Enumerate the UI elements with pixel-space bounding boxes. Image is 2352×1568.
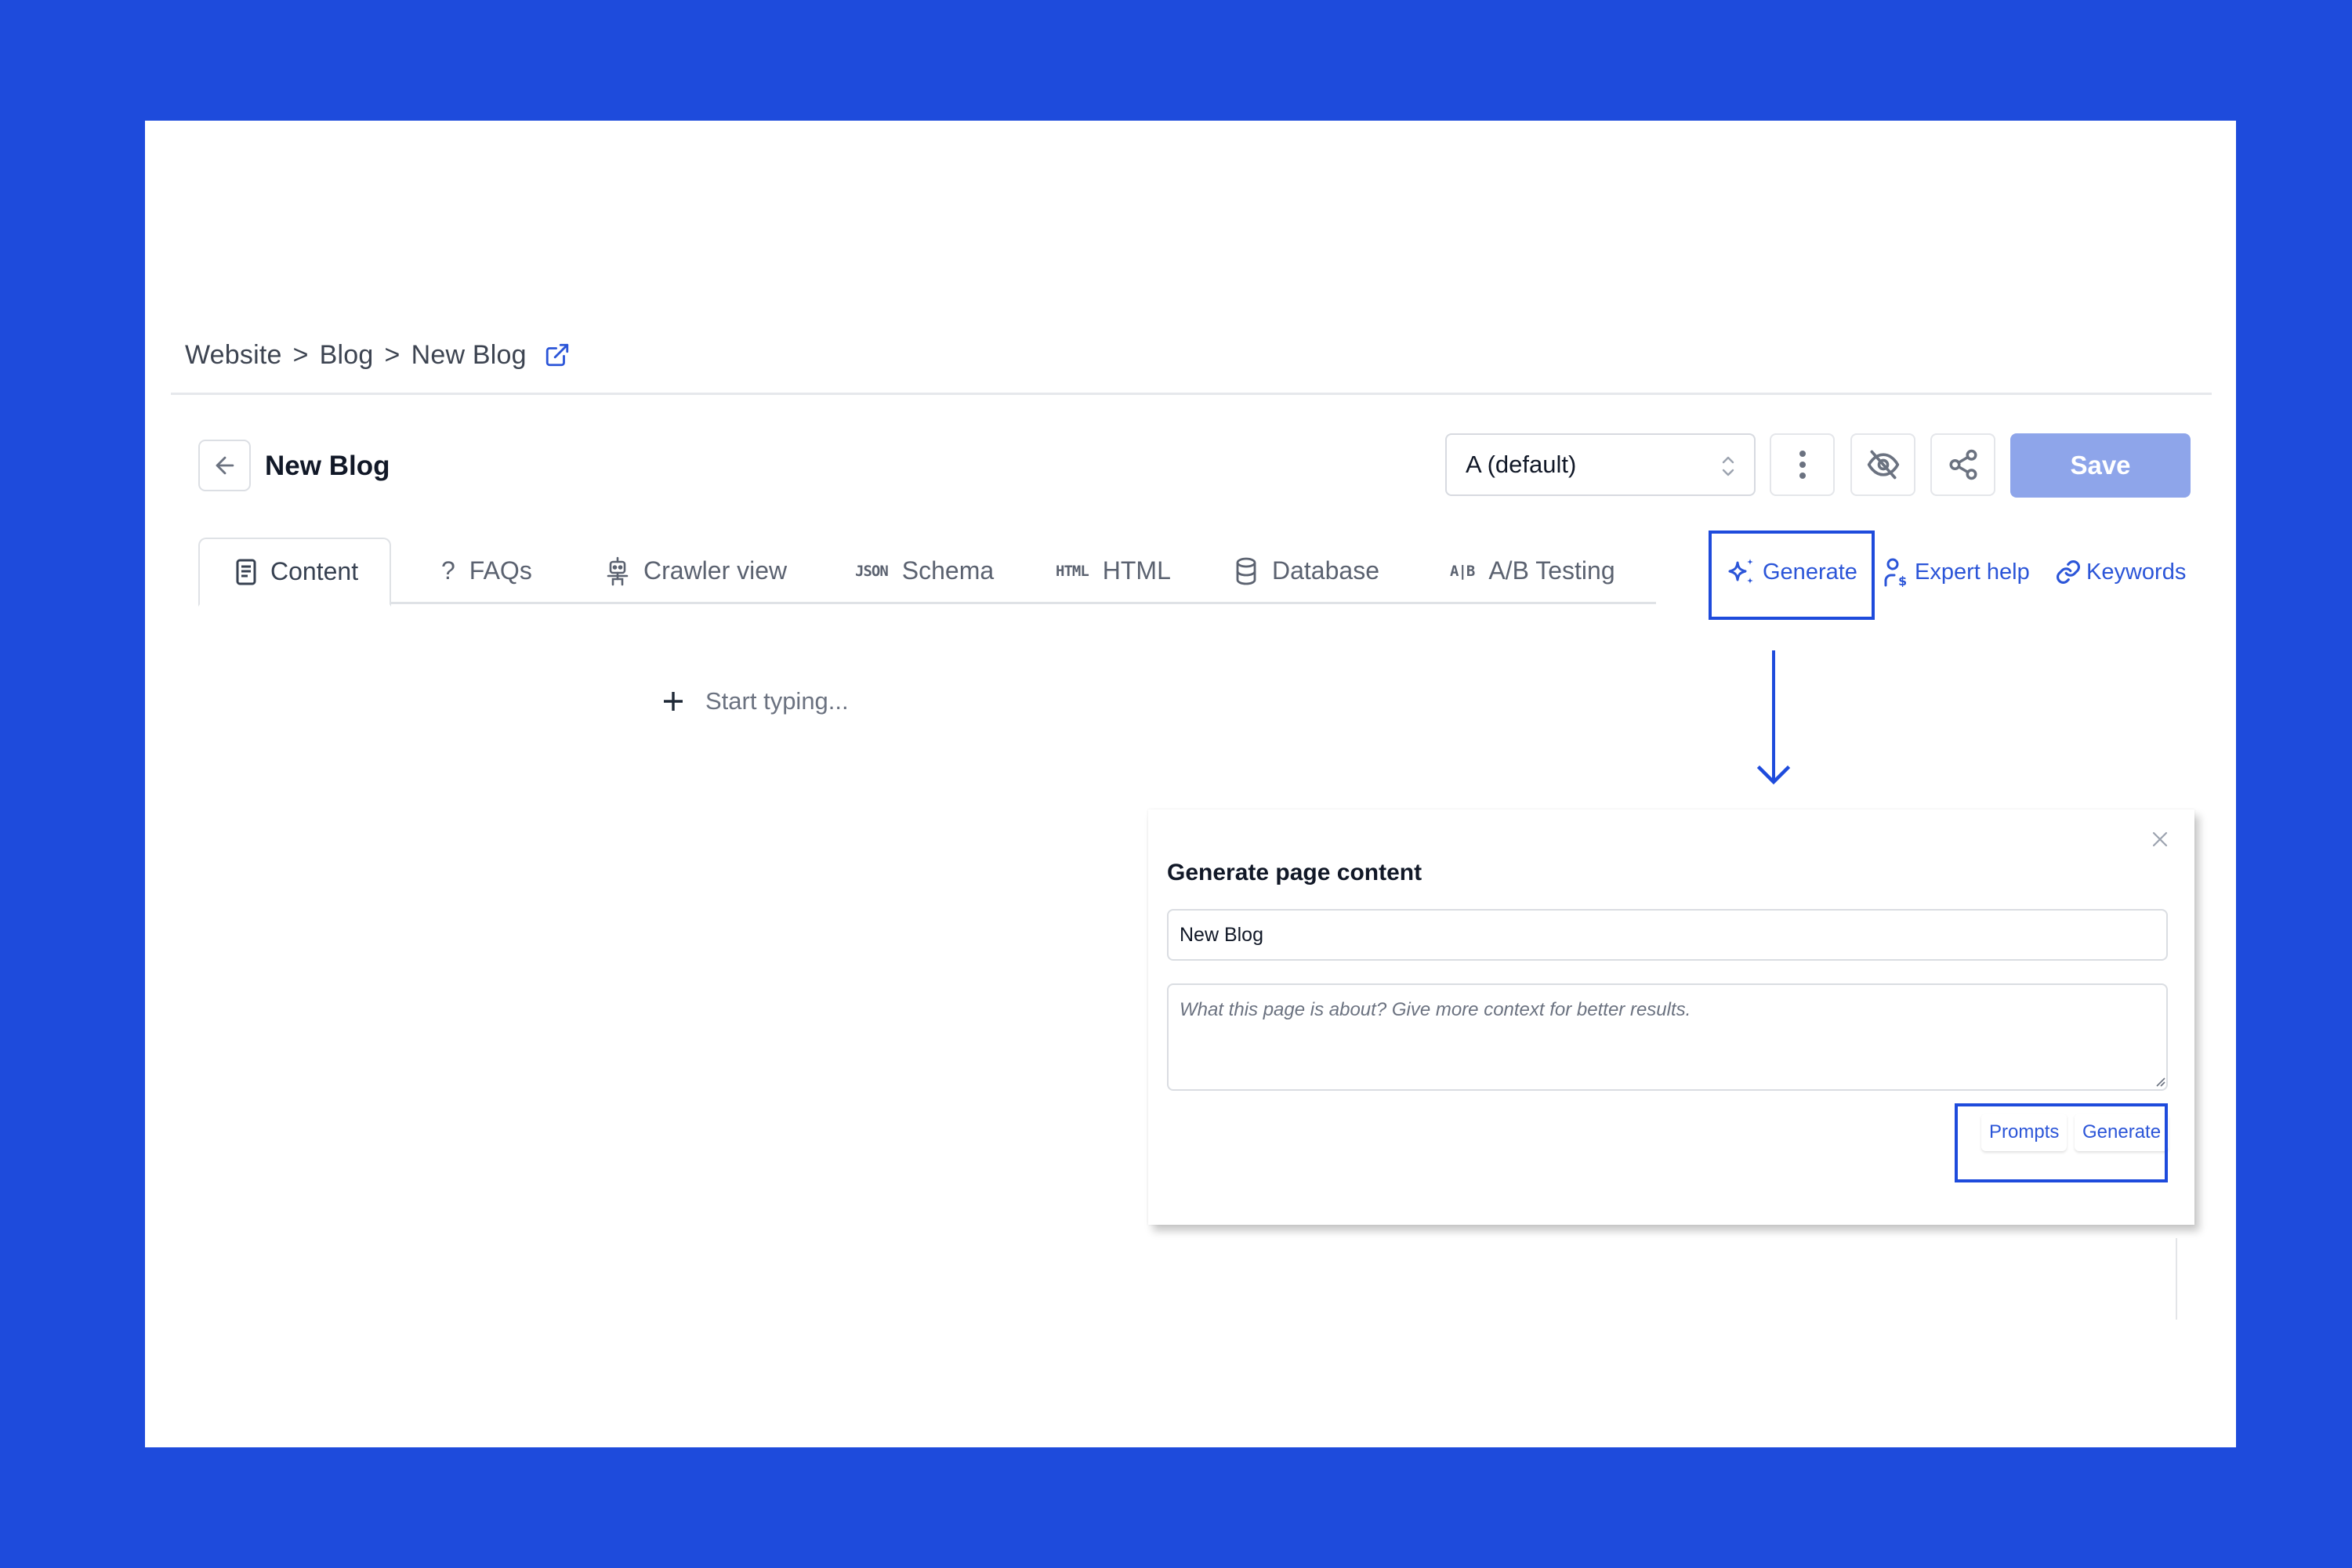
tab-database[interactable]: Database [1234,538,1379,604]
link-icon [2055,559,2082,585]
header-divider [171,393,2212,395]
context-textarea[interactable] [1167,983,2168,1091]
modal-title: Generate page content [1167,860,1422,885]
breadcrumb-separator: > [384,339,400,370]
tab-schema[interactable]: JSON Schema [855,538,994,604]
share-icon [1947,448,1980,481]
tab-label: A/B Testing [1488,556,1615,585]
more-vertical-icon [1798,449,1807,480]
app-panel [145,121,2236,1447]
json-icon: JSON [855,562,889,580]
more-options-button[interactable] [1770,433,1835,496]
variant-select-value: A (default) [1466,451,1577,478]
tab-faqs[interactable]: ? FAQs [441,538,532,604]
tab-ab-testing[interactable]: A|B A/B Testing [1450,538,1615,604]
expert-help-link[interactable]: $ Expert help [1883,552,2030,592]
tab-content[interactable]: Content [198,538,392,607]
database-icon [1234,557,1258,585]
user-dollar-icon: $ [1883,557,1910,587]
plus-icon [663,691,683,712]
tab-bar: Content ? FAQs Crawler view JSON Schema … [198,538,1656,607]
tab-label: Schema [901,556,995,585]
tab-label: HTML [1102,556,1171,585]
tab-label: Content [270,557,359,585]
page-title-input[interactable] [1167,909,2168,961]
back-button[interactable] [198,440,251,491]
visibility-toggle-button[interactable] [1850,433,1915,496]
tab-label: FAQs [469,556,532,585]
breadcrumb-item-website[interactable]: Website [185,340,282,371]
close-icon[interactable] [2151,830,2169,849]
breadcrumb-item-current: New Blog [411,339,527,370]
expert-help-link-label: Expert help [1915,559,2030,585]
chevron-up-down-icon [1720,452,1737,480]
html-icon: HTML [1056,562,1089,580]
resize-handle-icon[interactable] [2154,1076,2165,1087]
document-icon [236,559,256,585]
modal-buttons-highlight-box [1955,1103,2168,1182]
generate-highlight-box [1709,531,1875,620]
vertical-divider [2176,1238,2177,1320]
tab-html[interactable]: HTML HTML [1056,538,1171,604]
arrow-left-icon [212,452,238,479]
page-title: New Blog [265,451,390,481]
keywords-link[interactable]: Keywords [2055,552,2186,592]
editor-start-typing[interactable]: Start typing... [663,682,849,721]
editor-placeholder: Start typing... [705,687,849,715]
variant-select[interactable]: A (default) [1445,433,1756,496]
tab-label: Crawler view [643,556,788,585]
ab-icon: A|B [1450,562,1475,580]
robot-icon [606,556,629,586]
breadcrumb-item-blog[interactable]: Blog [320,340,374,371]
svg-text:$: $ [1898,574,1907,587]
breadcrumb-separator: > [292,339,309,370]
share-button[interactable] [1930,433,1995,496]
tab-crawler-view[interactable]: Crawler view [606,538,787,604]
save-button[interactable]: Save [2010,433,2191,498]
eye-off-icon [1866,447,1901,482]
tab-label: Database [1272,556,1379,585]
question-icon: ? [441,556,455,585]
external-link-icon[interactable] [544,342,571,368]
keywords-link-label: Keywords [2086,559,2187,585]
arrow-down-icon [1756,650,1791,785]
breadcrumb: Website > Blog > New Blog [185,335,571,375]
